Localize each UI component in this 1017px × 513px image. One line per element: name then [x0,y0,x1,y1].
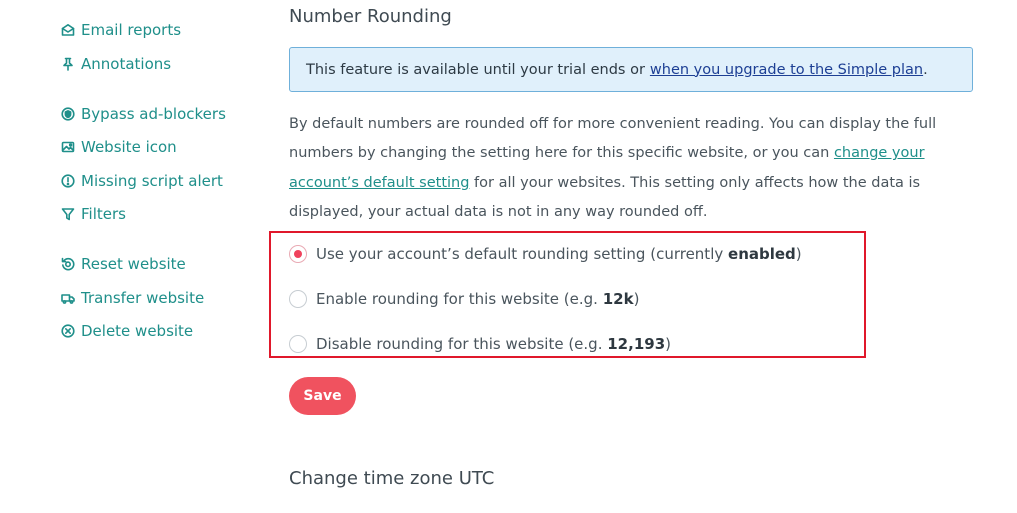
radio-button[interactable] [289,335,307,353]
sidebar-item-missing-script-alert[interactable]: Missing script alert [61,172,223,190]
sidebar-item-delete-website[interactable]: Delete website [61,322,193,340]
image-icon [61,140,75,154]
sidebar-item-label: Delete website [81,322,194,340]
sidebar-item-label: Transfer website [81,289,205,307]
sidebar-item-filters[interactable]: Filters [61,205,126,223]
option-label: Enable rounding for this website (e.g. 1… [316,290,640,308]
sidebar-item-label: Bypass ad-blockers [81,105,226,123]
time-zone-title: Change time zone UTC [289,468,495,489]
save-button[interactable]: Save [289,377,356,415]
trial-notice-banner: This feature is available until your tri… [289,47,973,92]
rounding-description: By default numbers are rounded off for m… [289,110,989,227]
filter-icon [61,207,75,221]
notice-text: This feature is available until your tri… [306,61,645,78]
radio-button-checked[interactable] [289,245,307,263]
delete-circle-icon [61,324,75,338]
sidebar-item-label: Website icon [81,138,177,156]
sidebar-item-annotations[interactable]: Annotations [61,55,171,73]
sidebar-item-reset-website[interactable]: Reset website [61,255,186,273]
sidebar-item-label: Reset website [81,255,186,273]
sidebar-item-transfer-website[interactable]: Transfer website [61,289,204,307]
pin-icon [61,57,75,71]
option-enable-rounding[interactable]: Enable rounding for this website (e.g. 1… [289,290,639,308]
option-account-default[interactable]: Use your account’s default rounding sett… [289,245,802,263]
reset-icon [61,257,75,271]
notice-period: . [923,61,928,78]
option-disable-rounding[interactable]: Disable rounding for this website (e.g. … [289,335,671,353]
sidebar-item-email-reports[interactable]: Email reports [61,21,181,39]
shield-icon [61,107,75,121]
upgrade-plan-link[interactable]: when you upgrade to the Simple plan [650,62,923,78]
sidebar-item-label: Annotations [81,55,172,73]
sidebar-item-label: Missing script alert [81,172,223,190]
sidebar-item-label: Email reports [81,21,182,39]
sidebar-item-label: Filters [81,205,126,223]
truck-icon [61,291,75,305]
radio-button[interactable] [289,290,307,308]
option-label: Disable rounding for this website (e.g. … [316,335,671,353]
option-label: Use your account’s default rounding sett… [316,245,802,263]
envelope-icon [61,23,75,37]
sidebar-item-website-icon[interactable]: Website icon [61,138,177,156]
number-rounding-title: Number Rounding [289,6,452,27]
sidebar-item-bypass-ad-blockers[interactable]: Bypass ad-blockers [61,105,226,123]
alert-circle-icon [61,174,75,188]
